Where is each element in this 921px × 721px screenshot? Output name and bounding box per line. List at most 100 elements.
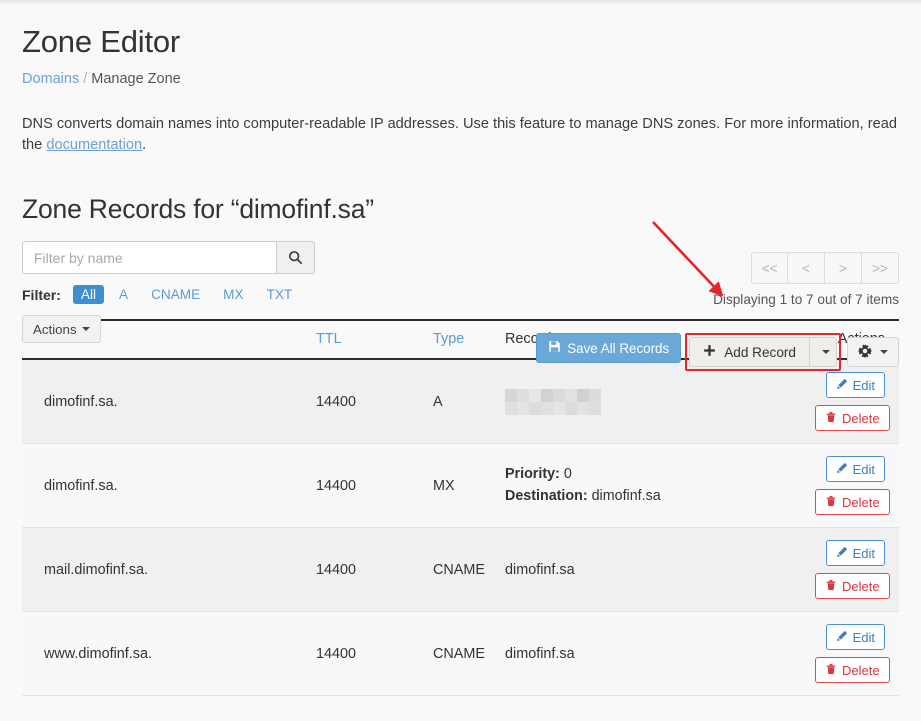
- trash-icon: [825, 495, 837, 510]
- settings-dropdown-button[interactable]: [847, 337, 899, 368]
- cell-name: www.dimofinf.sa.: [22, 611, 312, 697]
- cell-ttl: 14400: [312, 359, 429, 445]
- breadcrumb: Domains / Manage Zone: [22, 71, 899, 87]
- cell-record: Priority: 0 Destination: dimofinf.sa: [501, 443, 811, 529]
- chevron-down-icon: [821, 350, 830, 355]
- filter-option-all[interactable]: All: [72, 285, 104, 305]
- cell-actions: Edit Delete: [811, 611, 899, 697]
- gear-icon: [857, 343, 873, 361]
- filter-by-name-group: [22, 241, 315, 275]
- pagination-info: Displaying 1 to 7 out of 7 items: [713, 292, 899, 308]
- mx-destination-line: Destination: dimofinf.sa: [505, 486, 807, 507]
- delete-record-button[interactable]: Delete: [815, 489, 890, 516]
- table-row: dimofinf.sa. 14400 A Edit Delete: [22, 359, 899, 445]
- actions-button-label: Actions: [33, 321, 77, 337]
- add-record-label: Add Record: [724, 344, 796, 360]
- delete-label: Delete: [842, 494, 880, 510]
- pencil-icon: [836, 630, 848, 645]
- mx-priority-value: 0: [563, 466, 572, 483]
- chevron-down-icon: [880, 350, 888, 355]
- search-icon: [288, 250, 303, 265]
- chevron-down-icon: [81, 327, 90, 332]
- cell-ttl: 14400: [312, 443, 429, 529]
- trash-icon: [825, 579, 837, 594]
- cell-record: [501, 359, 811, 445]
- page-description: DNS converts domain names into computer-…: [22, 114, 899, 156]
- delete-label: Delete: [842, 662, 880, 678]
- cell-type: CNAME: [429, 527, 501, 613]
- actions-dropdown-button[interactable]: Actions: [22, 315, 101, 344]
- table-body: dimofinf.sa. 14400 A Edit Delete dimofin…: [22, 359, 899, 697]
- delete-record-button[interactable]: Delete: [815, 657, 890, 684]
- mx-destination-value: dimofinf.sa: [591, 487, 661, 504]
- cell-name: dimofinf.sa.: [22, 359, 312, 445]
- table-row: dimofinf.sa. 14400 MX Priority: 0 Destin…: [22, 443, 899, 529]
- cell-record: dimofinf.sa: [501, 611, 811, 697]
- pagination-next-button[interactable]: >: [825, 252, 862, 285]
- filter-label: Filter:: [22, 286, 61, 303]
- breadcrumb-current: Manage Zone: [91, 71, 181, 87]
- pagination-prev-button[interactable]: <: [788, 252, 825, 285]
- description-text-part1: DNS converts domain names into computer-…: [22, 116, 897, 154]
- table-row: www.dimofinf.sa. 14400 CNAME dimofinf.sa…: [22, 611, 899, 697]
- add-record-button[interactable]: Add Record: [689, 337, 810, 368]
- pagination-last-button[interactable]: >>: [862, 252, 899, 285]
- cell-actions: Edit Delete: [811, 359, 899, 445]
- cell-type: CNAME: [429, 611, 501, 697]
- cell-type: MX: [429, 443, 501, 529]
- edit-record-button[interactable]: Edit: [825, 372, 885, 399]
- filter-option-mx[interactable]: MX: [215, 285, 251, 304]
- edit-record-button[interactable]: Edit: [825, 624, 885, 651]
- search-input[interactable]: [22, 241, 276, 275]
- table-row: mail.dimofinf.sa. 14400 CNAME dimofinf.s…: [22, 527, 899, 613]
- cell-record: dimofinf.sa: [501, 527, 811, 613]
- pagination-controls: << < > >>: [751, 252, 899, 285]
- edit-label: Edit: [852, 545, 875, 561]
- cell-name: mail.dimofinf.sa.: [22, 527, 312, 613]
- zone-records-table: Name TTL Type Record Actions dimofinf.sa…: [22, 319, 899, 697]
- pencil-icon: [836, 378, 848, 393]
- filter-option-cname[interactable]: CNAME: [143, 285, 208, 304]
- cell-ttl: 14400: [312, 611, 429, 697]
- add-record-dropdown-toggle[interactable]: [810, 337, 837, 368]
- cell-type: A: [429, 359, 501, 445]
- add-record-highlight-box: Add Record: [685, 333, 841, 372]
- search-button[interactable]: [276, 241, 315, 275]
- mx-destination-label: Destination:: [505, 487, 588, 504]
- filter-option-txt[interactable]: TXT: [259, 285, 301, 304]
- page-title: Zone Editor: [22, 24, 181, 59]
- records-controls: Filter: All A CNAME MX TXT Actions << < …: [22, 241, 899, 372]
- redacted-ip-address: [505, 388, 601, 415]
- documentation-link[interactable]: documentation: [46, 137, 142, 153]
- edit-record-button[interactable]: Edit: [825, 540, 885, 567]
- cell-name: dimofinf.sa.: [22, 443, 312, 529]
- save-all-records-button[interactable]: Save All Records: [536, 333, 682, 364]
- edit-record-button[interactable]: Edit: [825, 456, 885, 483]
- cell-ttl: 14400: [312, 527, 429, 613]
- mx-priority-label: Priority:: [505, 466, 560, 483]
- edit-label: Edit: [852, 377, 875, 393]
- pagination-first-button[interactable]: <<: [751, 252, 788, 285]
- edit-label: Edit: [852, 461, 875, 477]
- mx-priority-line: Priority: 0: [505, 464, 807, 485]
- zone-records-title: Zone Records for “dimofinf.sa”: [22, 194, 374, 225]
- cell-actions: Edit Delete: [811, 443, 899, 529]
- plus-icon: [703, 344, 716, 360]
- edit-label: Edit: [852, 629, 875, 645]
- pencil-icon: [836, 546, 848, 561]
- delete-label: Delete: [842, 410, 880, 426]
- delete-record-button[interactable]: Delete: [815, 573, 890, 600]
- breadcrumb-separator: /: [83, 71, 88, 87]
- filter-option-a[interactable]: A: [111, 285, 136, 304]
- zone-editor-page: Zone Editor Domains / Manage Zone DNS conv…: [0, 0, 921, 697]
- trash-icon: [825, 663, 837, 678]
- records-action-bar: Save All Records Add Record: [536, 333, 899, 372]
- pagination-block: << < > >> Displaying 1 to 7 out of 7 ite…: [713, 252, 899, 307]
- delete-record-button[interactable]: Delete: [815, 405, 890, 432]
- cell-actions: Edit Delete: [811, 527, 899, 613]
- save-all-records-label: Save All Records: [567, 340, 670, 356]
- pencil-icon: [836, 462, 848, 477]
- description-text-part2: .: [142, 137, 147, 154]
- breadcrumb-link-domains[interactable]: Domains: [22, 71, 79, 87]
- trash-icon: [825, 411, 837, 426]
